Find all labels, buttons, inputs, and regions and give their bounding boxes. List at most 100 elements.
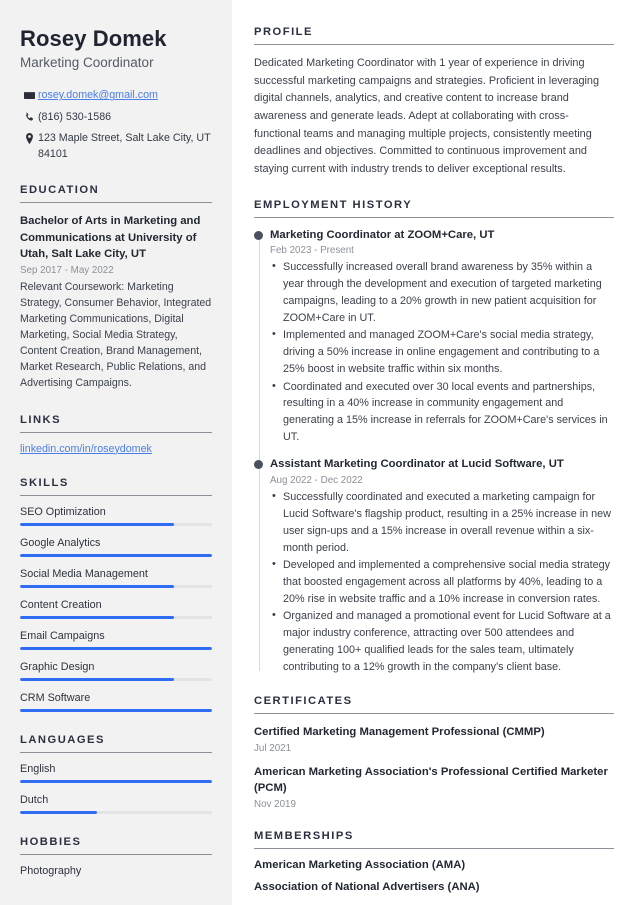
certificate-date: Jul 2021 — [254, 742, 292, 754]
job-bullet: Successfully coordinated and executed a … — [270, 488, 614, 556]
skill-label: Google Analytics — [20, 536, 101, 549]
candidate-job-title: Marketing Coordinator — [20, 55, 154, 71]
employment-timeline: Marketing Coordinator at ZOOM+Care, UT F… — [254, 228, 614, 676]
list-item: Marketing Coordinator at ZOOM+Care, UT F… — [254, 228, 614, 446]
skill-level-fill — [20, 646, 212, 650]
skill-label: Graphic Design — [20, 660, 95, 673]
job-bullet: Successfully increased overall brand awa… — [270, 258, 614, 326]
job-date: Feb 2023 - Present — [270, 245, 354, 257]
section-memberships-heading: MEMBERSHIPS — [254, 829, 354, 842]
divider — [254, 44, 614, 45]
skill-level-bar — [20, 553, 212, 557]
skill-level-fill — [20, 553, 212, 557]
list-item: American Marketing Association's Profess… — [254, 764, 614, 810]
divider — [254, 713, 614, 715]
contact-list: rosey.domek@gmail.com (816) 530-1586 123… — [20, 88, 212, 162]
language-label: Dutch — [20, 793, 49, 806]
section-certificates: CERTIFICATES Certified Marketing Managem… — [254, 695, 614, 810]
skill-level-bar — [20, 584, 212, 588]
contact-address-text: 123 Maple Street, Salt Lake City, UT 841… — [38, 132, 211, 160]
profile-text: Dedicated Marketing Coordinator with 1 y… — [254, 57, 600, 175]
list-item: Certified Marketing Management Professio… — [254, 724, 614, 753]
list-item: Photography — [20, 864, 82, 877]
job-title: Marketing Coordinator at ZOOM+Care, UT — [270, 228, 495, 241]
divider — [254, 847, 614, 849]
section-employment-history: EMPLOYMENT HISTORY Marketing Coordinator… — [254, 199, 614, 676]
contact-address: 123 Maple Street, Salt Lake City, UT 841… — [20, 131, 212, 162]
section-languages-heading: LANGUAGES — [20, 733, 105, 746]
timeline-line — [258, 233, 260, 672]
envelope-icon — [20, 88, 38, 101]
section-skills: SKILLS SEO Optimization Google Analytics… — [20, 477, 212, 712]
language-level-fill — [20, 810, 97, 814]
section-links: LINKS linkedin.com/in/roseydomek — [20, 414, 212, 455]
section-education: EDUCATION Bachelor of Arts in Marketing … — [20, 184, 212, 391]
skill-level-fill — [20, 522, 174, 526]
job-bullets: Successfully increased overall brand awa… — [270, 258, 614, 446]
skill-level-bar — [20, 677, 212, 681]
list-item: Association of National Advertisers (ANA… — [254, 880, 480, 893]
list-item: English — [20, 763, 212, 783]
list-item: American Marketing Association (AMA) — [254, 858, 466, 871]
language-level-fill — [20, 779, 212, 783]
certificate-title: American Marketing Association's Profess… — [254, 765, 608, 795]
sidebar: Rosey Domek Marketing Coordinator rosey.… — [0, 0, 232, 905]
list-item: Email Campaigns — [20, 630, 212, 650]
skill-level-fill — [20, 677, 174, 681]
language-label: English — [20, 762, 56, 775]
list-item: Content Creation — [20, 599, 212, 619]
section-hobbies: HOBBIES Photography — [20, 836, 212, 877]
skill-label: CRM Software — [20, 691, 91, 704]
section-languages: LANGUAGES English Dutch — [20, 734, 212, 814]
skill-label: Social Media Management — [20, 567, 148, 580]
contact-phone: (816) 530-1586 — [20, 110, 212, 126]
skill-level-fill — [20, 584, 174, 588]
main-content: PROFILE Dedicated Marketing Coordinator … — [232, 0, 640, 905]
divider — [254, 216, 614, 218]
certificate-date: Nov 2019 — [254, 798, 296, 810]
page-title: Rosey Domek Marketing Coordinator — [20, 26, 212, 70]
language-level-bar — [20, 810, 212, 814]
link-linkedin[interactable]: linkedin.com/in/roseydomek — [20, 443, 152, 455]
map-pin-icon — [20, 131, 38, 145]
section-profile: PROFILE Dedicated Marketing Coordinator … — [254, 26, 614, 179]
contact-email-text[interactable]: rosey.domek@gmail.com — [38, 88, 212, 104]
skill-label: Email Campaigns — [20, 629, 105, 642]
job-bullet: Implemented and managed ZOOM+Care's soci… — [270, 326, 614, 377]
divider — [20, 431, 212, 433]
job-date: Aug 2022 - Dec 2022 — [270, 475, 363, 487]
list-item: CRM Software — [20, 692, 212, 712]
list-item: SEO Optimization — [20, 506, 212, 526]
list-item[interactable]: linkedin.com/in/roseydomek — [20, 443, 212, 455]
divider — [20, 494, 212, 496]
candidate-name: Rosey Domek — [20, 26, 167, 51]
timeline-dot-icon — [254, 230, 263, 240]
contact-email[interactable]: rosey.domek@gmail.com — [20, 88, 212, 104]
job-bullet: Organized and managed a promotional even… — [270, 607, 614, 675]
list-item: Assistant Marketing Coordinator at Lucid… — [254, 457, 614, 675]
section-profile-heading: PROFILE — [254, 26, 313, 38]
language-level-bar — [20, 779, 212, 783]
section-employment-heading: EMPLOYMENT HISTORY — [254, 198, 413, 211]
list-item: Dutch — [20, 794, 212, 814]
job-bullet: Developed and implemented a comprehensiv… — [270, 556, 614, 607]
education-degree: Bachelor of Arts in Marketing and Commun… — [20, 215, 201, 261]
phone-icon — [20, 110, 38, 123]
divider — [20, 202, 212, 204]
section-memberships: MEMBERSHIPS American Marketing Associati… — [254, 830, 614, 893]
skill-level-fill — [20, 615, 174, 619]
job-bullet: Coordinated and executed over 30 local e… — [270, 378, 614, 446]
skill-level-bar — [20, 646, 212, 650]
skill-level-bar — [20, 615, 212, 619]
skill-level-bar — [20, 522, 212, 526]
job-title: Assistant Marketing Coordinator at Lucid… — [270, 458, 564, 471]
certificate-title: Certified Marketing Management Professio… — [254, 726, 545, 739]
section-certificates-heading: CERTIFICATES — [254, 695, 353, 708]
list-item: Social Media Management — [20, 568, 212, 588]
divider — [20, 751, 212, 753]
education-description: Relevant Coursework: Marketing Strategy,… — [20, 281, 212, 389]
divider — [20, 853, 212, 855]
skill-label: SEO Optimization — [20, 505, 106, 518]
skill-level-bar — [20, 708, 212, 712]
skill-label: Content Creation — [20, 598, 102, 611]
